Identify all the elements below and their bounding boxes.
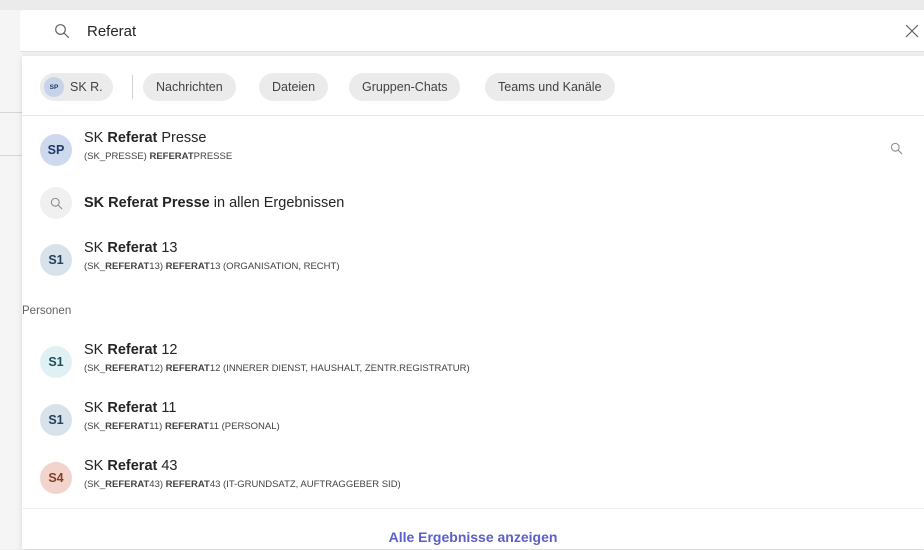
search-results-panel: SP SK R. Nachrichten Dateien Gruppen-Cha… bbox=[22, 56, 924, 549]
filter-chip-messages[interactable]: Nachrichten bbox=[143, 73, 236, 101]
person-result-item[interactable]: S4 SK Referat 43 (SK_REFERAT43) REFERAT4… bbox=[22, 454, 924, 500]
section-heading-people: Personen bbox=[22, 305, 72, 317]
result-title: SK Referat 12 bbox=[84, 342, 178, 358]
result-title: SK Referat 11 bbox=[84, 400, 177, 416]
search-result-item[interactable]: SP SK Referat Presse (SK_PRESSE) REFERAT… bbox=[22, 126, 924, 172]
search-icon bbox=[55, 24, 70, 39]
avatar: S1 bbox=[40, 404, 72, 436]
filter-chip-files[interactable]: Dateien bbox=[259, 73, 329, 101]
result-title: SK Referat 43 bbox=[84, 458, 178, 474]
result-subtitle: (SK_REFERAT13) REFERAT13 (ORGANISATION, … bbox=[84, 261, 340, 272]
result-subtitle: (SK_PRESSE) REFERATPRESSE bbox=[84, 151, 233, 162]
search-icon[interactable] bbox=[890, 142, 903, 155]
avatar: SP bbox=[40, 134, 72, 166]
filter-chip-bar: SP SK R. Nachrichten Dateien Gruppen-Cha… bbox=[22, 56, 924, 116]
filter-divider bbox=[132, 75, 133, 99]
filter-chip-person[interactable]: SP SK R. bbox=[40, 73, 113, 101]
person-result-item[interactable]: S1 SK Referat 12 (SK_REFERAT12) REFERAT1… bbox=[22, 338, 924, 384]
person-result-item[interactable]: S1 SK Referat 11 (SK_REFERAT11) REFERAT1… bbox=[22, 396, 924, 442]
close-icon[interactable] bbox=[904, 23, 920, 39]
filter-chip-label: SK R. bbox=[70, 80, 103, 94]
result-subtitle: (SK_REFERAT11) REFERAT11 (PERSONAL) bbox=[84, 421, 280, 432]
search-bar bbox=[20, 10, 924, 52]
result-subtitle: (SK_REFERAT12) REFERAT12 (INNERER DIENST… bbox=[84, 363, 470, 374]
result-title: SK Referat Presse bbox=[84, 130, 207, 146]
background-divider bbox=[0, 155, 22, 156]
avatar: S1 bbox=[40, 346, 72, 378]
window-top-strip bbox=[0, 0, 924, 10]
search-all-results-item[interactable]: SK Referat Presse in allen Ergebnissen bbox=[22, 185, 924, 221]
search-icon bbox=[50, 197, 62, 209]
avatar: S4 bbox=[40, 462, 72, 494]
search-input[interactable] bbox=[87, 19, 867, 43]
background-divider bbox=[0, 112, 22, 113]
result-subtitle: (SK_REFERAT43) REFERAT43 (IT-GRUNDSATZ, … bbox=[84, 479, 401, 490]
results-footer: Alle Ergebnisse anzeigen bbox=[22, 508, 924, 550]
search-icon-circle bbox=[40, 187, 72, 219]
result-title: SK Referat Presse in allen Ergebnissen bbox=[84, 195, 345, 211]
avatar: S1 bbox=[40, 244, 72, 276]
background-pane bbox=[0, 10, 22, 549]
result-title: SK Referat 13 bbox=[84, 240, 178, 256]
filter-chip-teams-channels[interactable]: Teams und Kanäle bbox=[485, 73, 615, 101]
show-all-results-link[interactable]: Alle Ergebnisse anzeigen bbox=[22, 529, 924, 545]
filter-chip-group-chats[interactable]: Gruppen-Chats bbox=[349, 73, 461, 101]
search-result-item[interactable]: S1 SK Referat 13 (SK_REFERAT13) REFERAT1… bbox=[22, 236, 924, 282]
avatar: SP bbox=[44, 77, 64, 97]
